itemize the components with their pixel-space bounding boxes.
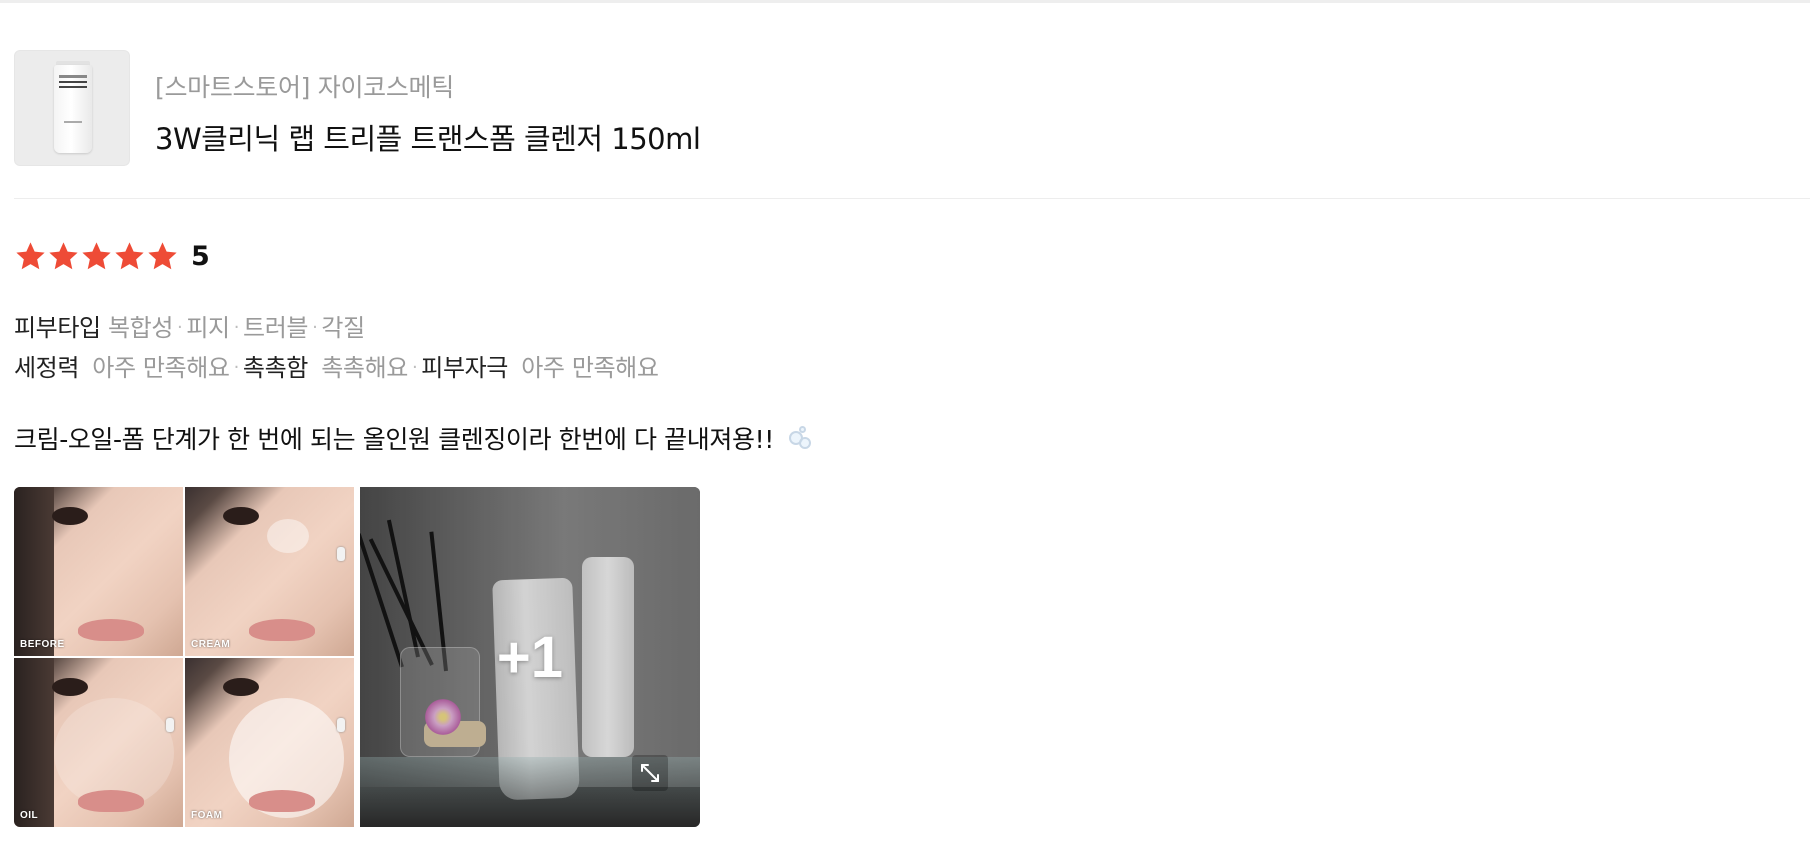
- earring: [337, 547, 345, 561]
- lip: [249, 790, 315, 812]
- irritation-value: 아주 만족해요: [521, 354, 659, 382]
- skin-type-row: 피부타입 복합성 · 피지 · 트러블 · 각질: [14, 314, 365, 342]
- photo-label: FOAM: [191, 810, 223, 821]
- rating-score: 5: [191, 240, 210, 272]
- photo-label: BEFORE: [20, 639, 65, 650]
- star-icon: [14, 240, 47, 272]
- skin-type-value: 각질: [321, 314, 365, 342]
- eye: [223, 678, 259, 696]
- star-icon: [80, 240, 113, 272]
- product-header[interactable]: [스마트스토어] 자이코스메틱 3W클리닉 랩 트리플 트랜스폼 클렌저 150…: [14, 50, 1810, 168]
- tube-image: [54, 65, 92, 153]
- product-store-name[interactable]: [스마트스토어] 자이코스메틱: [155, 68, 700, 104]
- earring: [337, 718, 345, 732]
- photo-label: CREAM: [191, 639, 231, 650]
- review-photo-product[interactable]: +1: [360, 487, 700, 827]
- top-divider: [0, 0, 1810, 3]
- expand-icon[interactable]: [632, 755, 668, 791]
- cleansing-label: 세정력: [14, 354, 80, 382]
- moisture-label: 촉촉함: [242, 354, 308, 382]
- bubbles-icon: [787, 425, 813, 451]
- product-title[interactable]: 3W클리닉 랩 트리플 트랜스폼 클렌저 150ml: [155, 116, 701, 158]
- eye: [52, 507, 88, 525]
- review-text: 크림-오일-폼 단계가 한 번에 되는 올인원 클렌징이라 한번에 다 끝내져용…: [14, 420, 813, 456]
- skin-type-value: 트러블: [243, 314, 309, 342]
- eye: [52, 678, 88, 696]
- review-photo-collage[interactable]: BEFORE CREAM OIL FOAM: [14, 487, 354, 827]
- skin-type-value: 피지: [186, 314, 230, 342]
- rating-row: 5: [14, 240, 210, 272]
- skin-type-value: 복합성: [107, 314, 174, 342]
- product-info: [스마트스토어] 자이코스메틱 3W클리닉 랩 트리플 트랜스폼 클렌저 150…: [155, 50, 701, 158]
- photo-oil[interactable]: OIL: [14, 658, 183, 827]
- lip: [78, 619, 144, 641]
- photo-before[interactable]: BEFORE: [14, 487, 183, 656]
- section-divider: [14, 198, 1810, 199]
- cleansing-value: 아주 만족해요: [92, 354, 230, 382]
- evaluation-row: 세정력 아주 만족해요 · 촉촉함 촉촉해요 · 피부자극 아주 만족해요: [14, 354, 659, 382]
- irritation-label: 피부자극: [421, 354, 508, 382]
- review-body: 크림-오일-폼 단계가 한 번에 되는 올인원 클렌징이라 한번에 다 끝내져용…: [14, 425, 774, 454]
- earring: [166, 718, 174, 732]
- skin-type-label: 피부타입: [14, 314, 101, 342]
- eye: [223, 507, 259, 525]
- star-icon: [47, 240, 80, 272]
- moisture-value: 촉촉해요: [321, 354, 408, 382]
- photo-label: OIL: [20, 810, 39, 821]
- photo-foam[interactable]: FOAM: [185, 658, 354, 827]
- star-icon: [113, 240, 146, 272]
- star-icon: [146, 240, 179, 272]
- lip: [78, 790, 144, 812]
- photo-cream[interactable]: CREAM: [185, 487, 354, 656]
- lip: [249, 619, 315, 641]
- product-thumbnail[interactable]: [14, 50, 130, 166]
